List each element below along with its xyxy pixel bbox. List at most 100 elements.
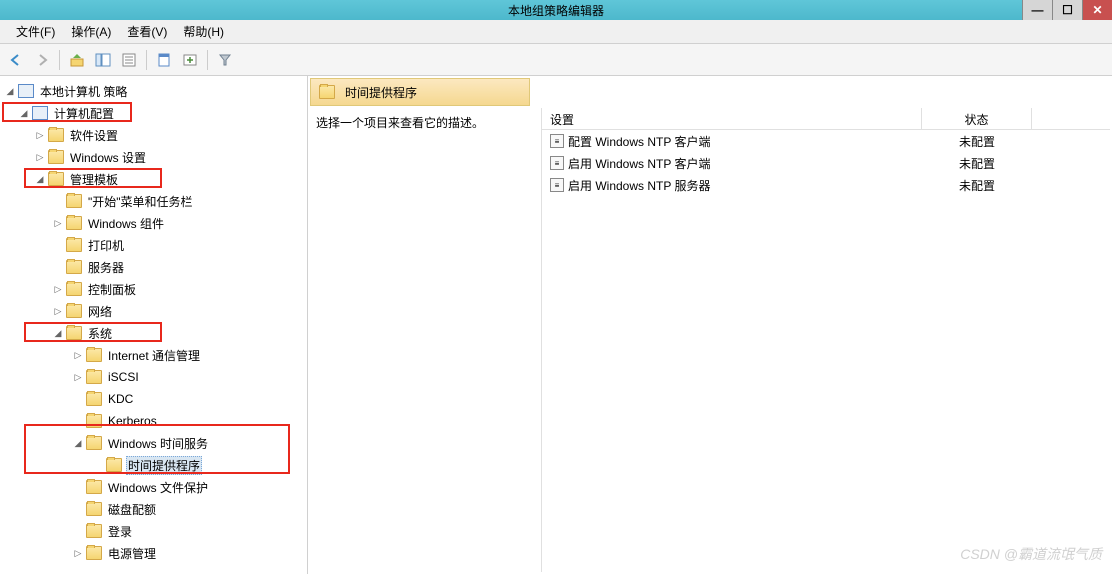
tree-computer-config[interactable]: ◢计算机配置 xyxy=(0,102,307,124)
list-row[interactable]: ≡ 启用 Windows NTP 服务器 未配置 xyxy=(542,174,1110,196)
column-setting[interactable]: 设置 xyxy=(542,108,922,129)
folder-icon xyxy=(66,194,82,208)
tree-time-providers[interactable]: ▷时间提供程序 xyxy=(0,454,307,476)
setting-icon: ≡ xyxy=(550,156,564,170)
details-header: 时间提供程序 xyxy=(310,78,530,106)
export-button[interactable] xyxy=(178,48,202,72)
tree-internet-comm[interactable]: ▷Internet 通信管理 xyxy=(0,344,307,366)
minimize-button[interactable]: — xyxy=(1022,0,1052,20)
menu-view[interactable]: 查看(V) xyxy=(119,20,175,43)
filter-button[interactable] xyxy=(213,48,237,72)
folder-icon xyxy=(86,348,102,362)
setting-icon: ≡ xyxy=(550,178,564,192)
folder-icon xyxy=(86,502,102,516)
expander-icon[interactable]: ▷ xyxy=(34,129,46,141)
expander-icon[interactable]: ▷ xyxy=(34,151,46,163)
details-title: 时间提供程序 xyxy=(345,84,417,101)
expander-icon[interactable]: ▷ xyxy=(52,305,64,317)
close-button[interactable]: ✕ xyxy=(1082,0,1112,20)
folder-icon xyxy=(66,216,82,230)
expander-icon[interactable]: ▷ xyxy=(52,217,64,229)
folder-icon xyxy=(66,282,82,296)
setting-name: 启用 Windows NTP 客户端 xyxy=(568,155,710,172)
tree-windows-time-service[interactable]: ◢Windows 时间服务 xyxy=(0,432,307,454)
folder-icon xyxy=(319,85,335,99)
expander-icon[interactable]: ▷ xyxy=(72,371,84,383)
folder-icon xyxy=(48,150,64,164)
tree-windows-settings[interactable]: ▷Windows 设置 xyxy=(0,146,307,168)
setting-name: 配置 Windows NTP 客户端 xyxy=(568,133,710,150)
folder-icon xyxy=(86,480,102,494)
toolbar-separator xyxy=(146,50,147,70)
setting-state: 未配置 xyxy=(922,131,1032,152)
folder-icon xyxy=(66,304,82,318)
list-header: 设置 状态 xyxy=(542,108,1110,130)
menu-action[interactable]: 操作(A) xyxy=(63,20,119,43)
description-pane: 选择一个项目来查看它的描述。 xyxy=(310,108,542,572)
folder-icon xyxy=(86,414,102,428)
folder-icon xyxy=(86,546,102,560)
list-row[interactable]: ≡ 启用 Windows NTP 客户端 未配置 xyxy=(542,152,1110,174)
back-button[interactable] xyxy=(4,48,28,72)
tree-panel[interactable]: ◢本地计算机 策略 ◢计算机配置 ▷软件设置 ▷Windows 设置 ◢管理模板… xyxy=(0,76,308,574)
tree-power-management[interactable]: ▷电源管理 xyxy=(0,542,307,564)
folder-icon xyxy=(66,238,82,252)
tree-windows-components[interactable]: ▷Windows 组件 xyxy=(0,212,307,234)
expander-icon[interactable]: ▷ xyxy=(72,547,84,559)
tree-startmenu[interactable]: ▷"开始"菜单和任务栏 xyxy=(0,190,307,212)
expander-icon[interactable]: ▷ xyxy=(52,283,64,295)
menubar: 文件(F) 操作(A) 查看(V) 帮助(H) xyxy=(0,20,1112,44)
maximize-button[interactable]: ☐ xyxy=(1052,0,1082,20)
content-area: ◢本地计算机 策略 ◢计算机配置 ▷软件设置 ▷Windows 设置 ◢管理模板… xyxy=(0,76,1112,574)
tree-kerberos[interactable]: ▷Kerberos xyxy=(0,410,307,432)
show-hide-tree-button[interactable] xyxy=(91,48,115,72)
list-row[interactable]: ≡配置 Windows NTP 客户端 未配置 xyxy=(542,130,1110,152)
tree-root[interactable]: ◢本地计算机 策略 xyxy=(0,80,307,102)
menu-help[interactable]: 帮助(H) xyxy=(175,20,232,43)
tree-server[interactable]: ▷服务器 xyxy=(0,256,307,278)
tree-logon[interactable]: ▷登录 xyxy=(0,520,307,542)
expander-icon[interactable]: ◢ xyxy=(18,107,30,119)
computer-icon xyxy=(32,106,48,120)
tree-admin-templates[interactable]: ◢管理模板 xyxy=(0,168,307,190)
toolbar xyxy=(0,44,1112,76)
tree-disk-quotas[interactable]: ▷磁盘配额 xyxy=(0,498,307,520)
up-button[interactable] xyxy=(65,48,89,72)
expander-icon[interactable]: ◢ xyxy=(34,173,46,185)
description-prompt: 选择一个项目来查看它的描述。 xyxy=(316,116,484,130)
column-state[interactable]: 状态 xyxy=(922,108,1032,129)
tree-windows-file-protection[interactable]: ▷Windows 文件保护 xyxy=(0,476,307,498)
folder-icon xyxy=(86,392,102,406)
setting-state: 未配置 xyxy=(922,153,1032,174)
tree-iscsi[interactable]: ▷iSCSI xyxy=(0,366,307,388)
toolbar-separator xyxy=(207,50,208,70)
expander-icon[interactable]: ◢ xyxy=(4,85,16,97)
folder-icon xyxy=(86,524,102,538)
folder-icon xyxy=(48,172,64,186)
tree-printers[interactable]: ▷打印机 xyxy=(0,234,307,256)
folder-icon xyxy=(86,436,102,450)
folder-icon xyxy=(66,260,82,274)
window-title: 本地组策略编辑器 xyxy=(508,2,604,19)
titlebar: 本地组策略编辑器 — ☐ ✕ xyxy=(0,0,1112,20)
refresh-button[interactable] xyxy=(152,48,176,72)
forward-button[interactable] xyxy=(30,48,54,72)
setting-state: 未配置 xyxy=(922,175,1032,196)
folder-icon xyxy=(106,458,122,472)
expander-icon[interactable]: ▷ xyxy=(72,349,84,361)
menu-file[interactable]: 文件(F) xyxy=(8,20,63,43)
expander-icon[interactable]: ◢ xyxy=(72,437,84,449)
expander-icon[interactable]: ◢ xyxy=(52,327,64,339)
window-controls: — ☐ ✕ xyxy=(1022,0,1112,20)
setting-name: 启用 Windows NTP 服务器 xyxy=(568,177,710,194)
tree-system[interactable]: ◢系统 xyxy=(0,322,307,344)
properties-button[interactable] xyxy=(117,48,141,72)
tree-network[interactable]: ▷网络 xyxy=(0,300,307,322)
settings-list: 设置 状态 ≡配置 Windows NTP 客户端 未配置 ≡启用 Window… xyxy=(542,108,1110,572)
tree-control-panel[interactable]: ▷控制面板 xyxy=(0,278,307,300)
tree-software-settings[interactable]: ▷软件设置 xyxy=(0,124,307,146)
folder-icon xyxy=(48,128,64,142)
tree-kdc[interactable]: ▷KDC xyxy=(0,388,307,410)
details-body: 选择一个项目来查看它的描述。 设置 状态 ≡配置 Windows NTP 客户端… xyxy=(310,108,1110,572)
watermark: CSDN @霸道流氓气质 xyxy=(960,544,1102,564)
